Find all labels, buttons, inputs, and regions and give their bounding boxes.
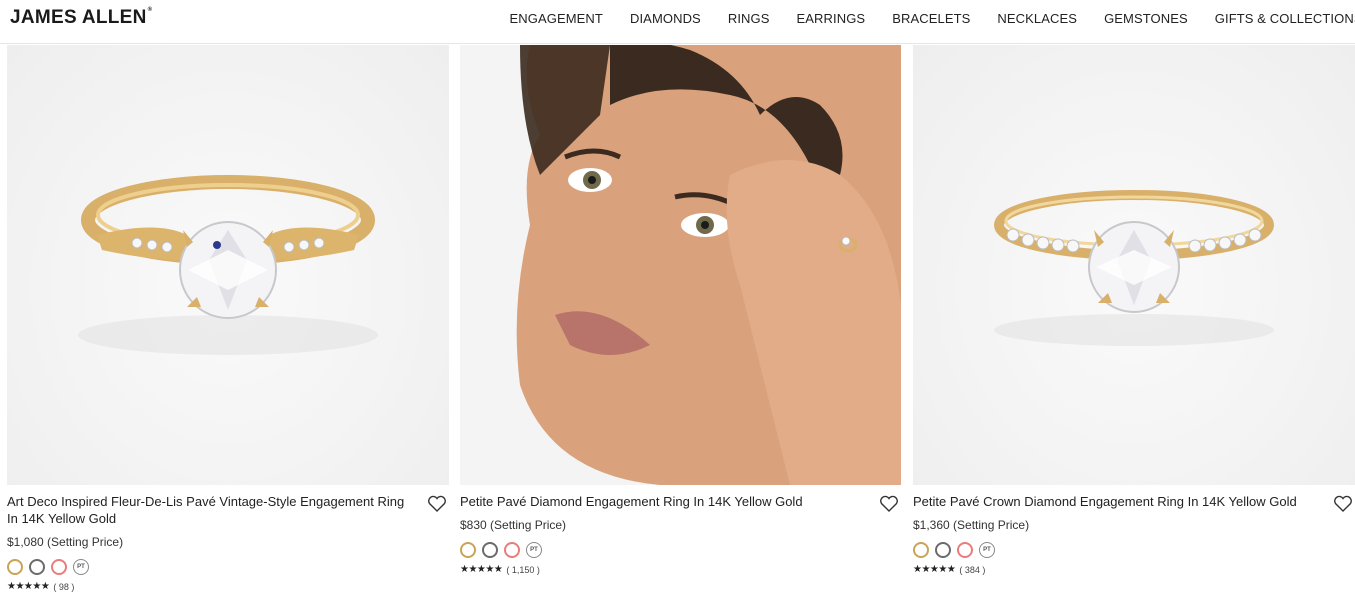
metal-rose-gold-swatch[interactable]: [504, 542, 520, 558]
site-header: JAMES ALLEN® ENGAGEMENT DIAMONDS RINGS E…: [0, 0, 1355, 44]
nav-rings[interactable]: RINGS: [728, 11, 770, 26]
product-title-row: Petite Pavé Diamond Engagement Ring In 1…: [460, 493, 901, 513]
metal-yellow-gold-swatch[interactable]: [913, 542, 929, 558]
product-title[interactable]: Petite Pavé Diamond Engagement Ring In 1…: [460, 494, 803, 509]
heart-icon[interactable]: [427, 495, 447, 513]
nav-gemstones[interactable]: GEMSTONES: [1104, 11, 1188, 26]
star-rating-icons: ★★★★★: [460, 564, 503, 575]
review-count[interactable]: ( 384 ): [959, 565, 985, 575]
product-title-row: Petite Pavé Crown Diamond Engagement Rin…: [913, 493, 1355, 513]
product-rating: ★★★★★ ( 1,150 ): [460, 564, 901, 575]
product-title[interactable]: Petite Pavé Crown Diamond Engagement Rin…: [913, 494, 1297, 509]
review-count[interactable]: ( 98 ): [53, 582, 74, 592]
review-count[interactable]: ( 1,150 ): [506, 565, 540, 575]
heart-icon[interactable]: [879, 495, 899, 513]
nav-engagement[interactable]: ENGAGEMENT: [510, 11, 603, 26]
product-image-model[interactable]: [460, 45, 901, 485]
product-image-ring[interactable]: [7, 45, 449, 485]
ring-illustration: [78, 175, 378, 355]
metal-options: PT: [460, 542, 901, 558]
metal-platinum-swatch[interactable]: PT: [979, 542, 995, 558]
product-image-ring[interactable]: [913, 45, 1355, 485]
product-title[interactable]: Art Deco Inspired Fleur-De-Lis Pavé Vint…: [7, 494, 404, 526]
product-price: $1,360 (Setting Price): [913, 518, 1030, 532]
brand-logo[interactable]: JAMES ALLEN®: [10, 7, 152, 29]
product-rating: ★★★★★ ( 384 ): [913, 564, 1355, 575]
nav-bracelets[interactable]: BRACELETS: [892, 11, 970, 26]
product-price: $1,080 (Setting Price): [7, 535, 124, 549]
product-card[interactable]: Petite Pavé Crown Diamond Engagement Rin…: [913, 45, 1355, 575]
product-price: $830 (Setting Price): [460, 518, 567, 532]
ring-illustration: [994, 190, 1274, 346]
star-rating-icons: ★★★★★: [7, 581, 50, 592]
metal-white-gold-swatch[interactable]: [935, 542, 951, 558]
metal-yellow-gold-swatch[interactable]: [7, 559, 23, 575]
brand-name: JAMES ALLEN: [10, 7, 147, 28]
metal-yellow-gold-swatch[interactable]: [460, 542, 476, 558]
nav-gifts-collections[interactable]: GIFTS & COLLECTIONS: [1215, 11, 1355, 26]
metal-options: PT: [7, 559, 449, 575]
heart-icon[interactable]: [1333, 495, 1353, 513]
metal-rose-gold-swatch[interactable]: [957, 542, 973, 558]
nav-necklaces[interactable]: NECKLACES: [997, 11, 1077, 26]
product-rating: ★★★★★ ( 98 ): [7, 581, 449, 592]
main-nav: ENGAGEMENT DIAMONDS RINGS EARRINGS BRACE…: [496, 11, 1355, 26]
metal-rose-gold-swatch[interactable]: [51, 559, 67, 575]
metal-options: PT: [913, 542, 1355, 558]
nav-earrings[interactable]: EARRINGS: [797, 11, 866, 26]
metal-white-gold-swatch[interactable]: [482, 542, 498, 558]
metal-white-gold-swatch[interactable]: [29, 559, 45, 575]
trademark-mark: ®: [147, 7, 153, 13]
product-title-row: Art Deco Inspired Fleur-De-Lis Pavé Vint…: [7, 493, 449, 527]
product-card[interactable]: Art Deco Inspired Fleur-De-Lis Pavé Vint…: [7, 45, 449, 592]
metal-platinum-swatch[interactable]: PT: [73, 559, 89, 575]
star-rating-icons: ★★★★★: [913, 564, 956, 575]
model-illustration: [460, 45, 901, 485]
metal-platinum-swatch[interactable]: PT: [526, 542, 542, 558]
product-card[interactable]: Petite Pavé Diamond Engagement Ring In 1…: [460, 45, 901, 575]
nav-diamonds[interactable]: DIAMONDS: [630, 11, 701, 26]
